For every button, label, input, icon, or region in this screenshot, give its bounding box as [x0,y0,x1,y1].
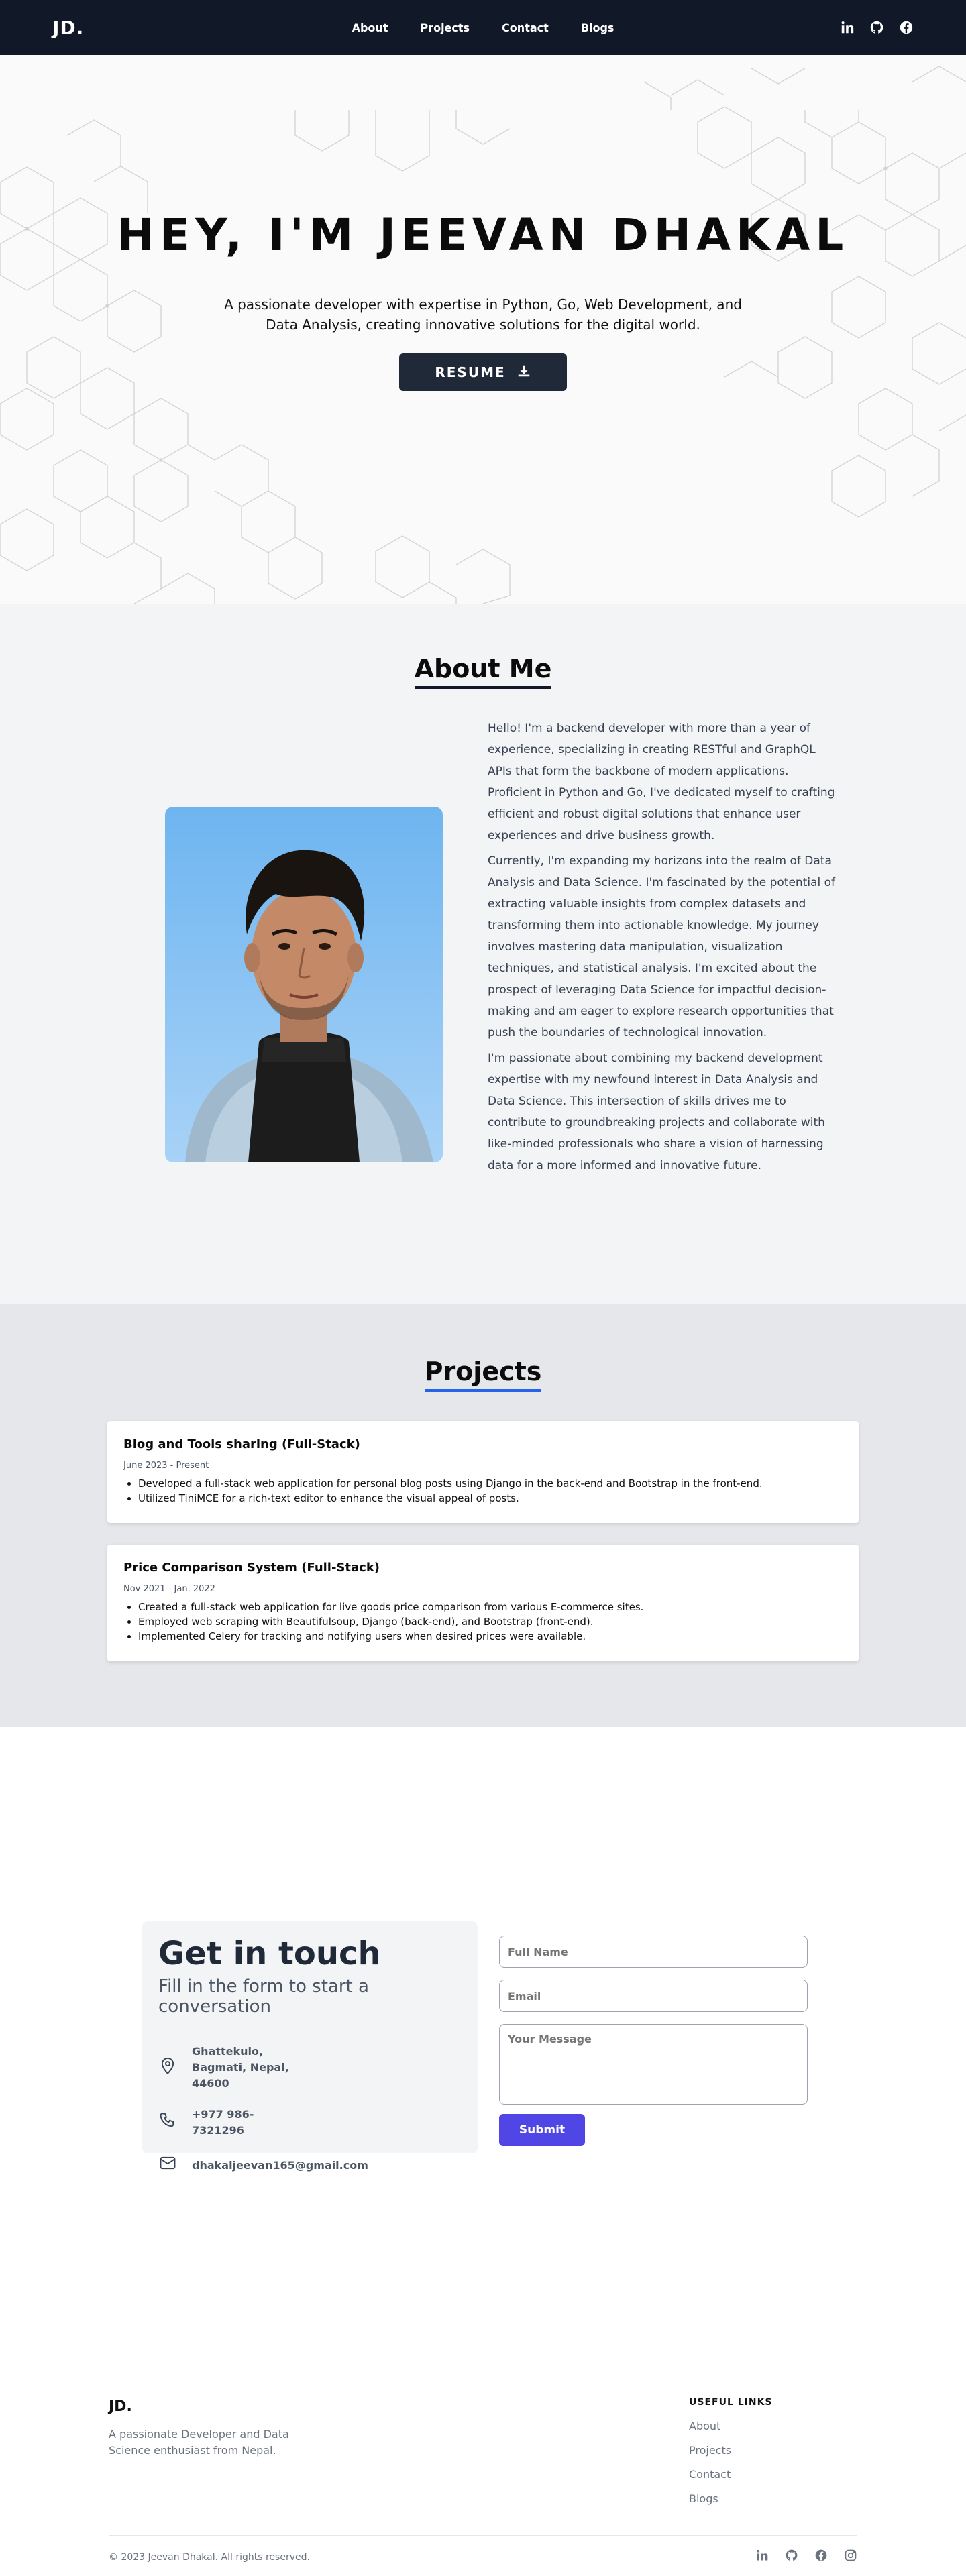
about-title-text: About Me [414,654,552,689]
person-portrait-illustration [185,850,433,1162]
footer-link-contact[interactable]: Contact [689,2468,773,2481]
project-bullet: Utilized TiniMCE for a rich-text editor … [138,1491,843,1506]
footer-link-about[interactable]: About [689,2420,773,2432]
hero-section: HEY, I'M JEEVAN DHAKAL A passionate deve… [0,55,966,604]
footer-divider [109,2535,857,2536]
mail-icon [158,2153,177,2177]
contact-phone: +977 986-7321296 [158,2107,462,2139]
about-paragraph-2: Currently, I'm expanding my horizons int… [488,854,835,1040]
contact-section: Get in touch Fill in the form to start a… [0,1727,966,2347]
facebook-icon[interactable] [814,2549,828,2562]
contact-email-text: dhakaljeevan165@gmail.com [192,2158,368,2172]
project-bullet: Created a full-stack web application for… [138,1600,843,1614]
footer-link-blogs[interactable]: Blogs [689,2492,773,2505]
footer-useful-links: USEFUL LINKS About Projects Contact Blog… [689,2397,773,2516]
project-name: Price Comparison System (Full-Stack) [123,1561,380,1575]
contact-info-panel: Get in touch Fill in the form to start a… [142,1921,478,2172]
message-textarea[interactable] [499,2024,808,2105]
hero-title: HEY, I'M JEEVAN DHAKAL [117,209,849,261]
project-bullet: Employed web scraping with Beautifulsoup… [138,1614,843,1629]
resume-button-label: RESUME [435,364,506,380]
footer-description: A passionate Developer and Data Science … [109,2428,289,2457]
nav-link-blogs[interactable]: Blogs [581,21,614,34]
contact-address: Ghattekulo, Bagmati, Nepal, 44600 [158,2043,462,2092]
about-title: About Me [0,604,966,689]
project-date: June 2023 - Present [123,1461,209,1471]
footer-social-icons [755,2549,857,2562]
submit-button[interactable]: Submit [499,2114,585,2146]
footer-link-projects[interactable]: Projects [689,2444,773,2457]
project-bullet: Developed a full-stack web application f… [138,1476,843,1491]
about-text: Hello! I'm a backend developer with more… [488,718,837,1180]
linkedin-icon[interactable] [755,2549,769,2562]
location-pin-icon [158,2056,177,2080]
nav-link-about[interactable]: About [352,21,388,34]
instagram-icon[interactable] [844,2549,857,2562]
resume-button[interactable]: RESUME [399,353,567,391]
projects-title-text: Projects [424,1357,542,1392]
facebook-icon[interactable] [899,20,914,35]
project-card: Blog and Tools sharing (Full-Stack) June… [107,1421,859,1523]
footer-links-heading: USEFUL LINKS [689,2397,773,2408]
github-icon[interactable] [785,2549,798,2562]
hero-subtitle: A passionate developer with expertise in… [224,296,742,333]
project-bullet: Implemented Celery for tracking and noti… [138,1629,843,1644]
footer: JD. A passionate Developer and Data Scie… [0,2347,966,2576]
contact-email: dhakaljeevan165@gmail.com [158,2153,462,2177]
project-name: Blog and Tools sharing (Full-Stack) [123,1437,360,1451]
contact-address-text: Ghattekulo, Bagmati, Nepal, 44600 [192,2045,289,2090]
about-paragraph-1: Hello! I'm a backend developer with more… [488,722,835,842]
github-icon[interactable] [869,20,884,35]
footer-logo[interactable]: JD. [109,2398,132,2415]
email-input[interactable] [499,1980,808,2012]
profile-photo [165,807,443,1162]
contact-phone-text: +977 986-7321296 [192,2108,254,2137]
about-section: About Me Hello! I'm a backend developer … [0,604,966,1304]
nav-link-contact[interactable]: Contact [502,21,549,34]
projects-section: Projects Blog and Tools sharing (Full-St… [0,1304,966,1727]
contact-subtitle: Fill in the form to start a conversation [158,1976,369,2017]
nav-links: About Projects Contact Blogs [0,0,966,55]
hero-content: HEY, I'M JEEVAN DHAKAL A passionate deve… [0,55,966,391]
project-bullets: Developed a full-stack web application f… [123,1476,843,1506]
project-bullets: Created a full-stack web application for… [123,1600,843,1644]
projects-title: Projects [0,1304,966,1392]
contact-title: Get in touch [158,1935,381,1972]
about-paragraph-3: I'm passionate about combining my backen… [488,1052,825,1172]
linkedin-icon[interactable] [840,20,855,35]
nav-link-projects[interactable]: Projects [420,21,470,34]
phone-icon [158,2111,177,2135]
download-icon [517,363,531,382]
project-date: Nov 2021 - Jan. 2022 [123,1584,215,1594]
logo[interactable]: JD. [52,17,84,39]
nav-social-icons [840,20,914,35]
footer-copyright: © 2023 Jeevan Dhakal. All rights reserve… [109,2552,310,2563]
navbar: JD. About Projects Contact Blogs [0,0,966,55]
contact-form: Submit [499,1936,808,2146]
project-card: Price Comparison System (Full-Stack) Nov… [107,1545,859,1661]
full-name-input[interactable] [499,1936,808,1968]
